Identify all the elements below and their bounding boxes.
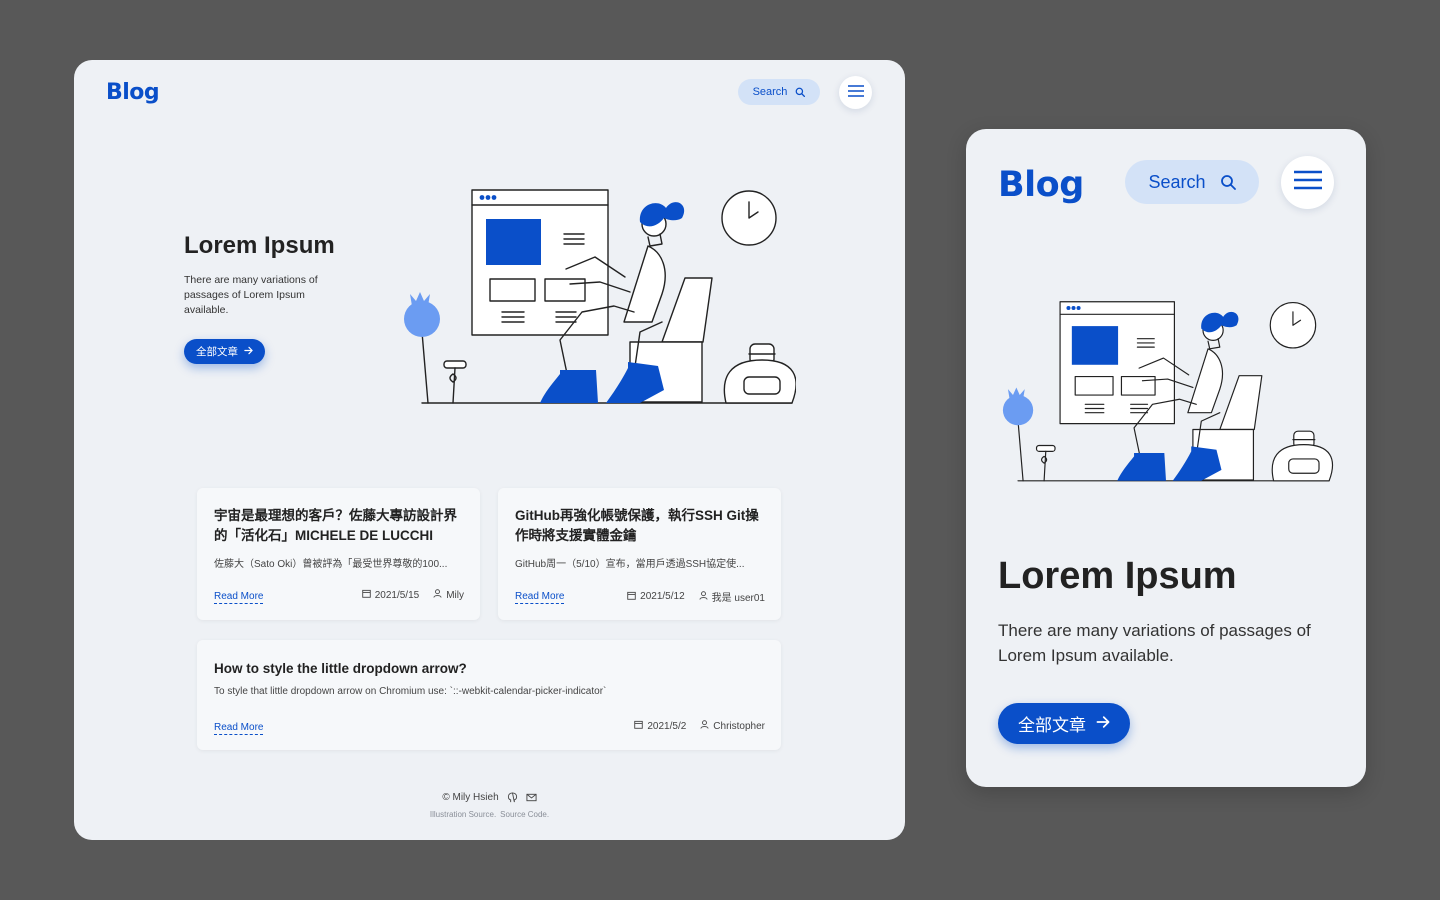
post-author: Mily: [433, 589, 464, 601]
post-excerpt: GitHub周一（5/10）宣布，當用戶透過SSH協定使...: [515, 559, 745, 570]
post-meta: 2021/5/2 Christopher: [634, 720, 765, 732]
post-author-text: Mily: [446, 589, 464, 601]
hero-illustration: [996, 295, 1336, 485]
mobile-preview: Blog Search Lorem Ipsum There are many v…: [966, 129, 1366, 787]
all-articles-button[interactable]: 全部文章: [184, 339, 265, 364]
post-title[interactable]: GitHub再強化帳號保護，執行SSH Git操作時將支援實體金鑰: [515, 506, 767, 547]
post-author: Christopher: [700, 720, 765, 732]
site-logo[interactable]: Blog: [998, 165, 1084, 205]
hero-title: Lorem Ipsum: [998, 555, 1237, 597]
hamburger-menu-icon: [1293, 170, 1322, 195]
copyright: © Mily Hsieh: [442, 792, 499, 803]
post-date-text: 2021/5/15: [374, 589, 420, 601]
post-date: 2021/5/12: [627, 591, 685, 603]
all-articles-label: 全部文章: [1018, 716, 1086, 735]
menu-button[interactable]: [1281, 156, 1334, 209]
post-author-text: 我是 user01: [711, 593, 765, 604]
post-date-text: 2021/5/2: [647, 720, 687, 732]
hero-illustration: [400, 182, 797, 408]
user-icon: [699, 590, 708, 603]
all-articles-label: 全部文章: [196, 346, 238, 358]
github-icon[interactable]: [507, 792, 518, 803]
desktop-preview: Blog Search Lorem Ipsum There are many v…: [74, 60, 905, 840]
hero-description: There are many variations of passages of…: [184, 274, 318, 317]
post-card[interactable]: GitHub再強化帳號保護，執行SSH Git操作時將支援實體金鑰 GitHub…: [498, 488, 781, 620]
hero-description: There are many variations of passages of…: [998, 621, 1311, 665]
site-logo[interactable]: Blog: [106, 80, 160, 105]
post-title[interactable]: 宇宙是最理想的客戶？佐藤大專訪設計界的「活化石」MICHELE DE LUCCH…: [214, 506, 466, 547]
read-more-link[interactable]: Read More: [214, 721, 264, 735]
post-card[interactable]: 宇宙是最理想的客戶？佐藤大專訪設計界的「活化石」MICHELE DE LUCCH…: [197, 488, 480, 620]
illustration-source-link[interactable]: Illustration Source.: [430, 810, 496, 819]
user-icon: [700, 720, 709, 732]
footer-links: Illustration Source. Source Code.: [74, 810, 905, 819]
calendar-icon: [361, 589, 371, 601]
post-excerpt: To style that little dropdown arrow on C…: [214, 686, 607, 697]
read-more-link[interactable]: Read More: [214, 590, 264, 604]
post-date-text: 2021/5/12: [640, 591, 685, 602]
search-label: Search: [752, 86, 788, 98]
search-button[interactable]: Search: [738, 79, 820, 105]
post-title[interactable]: How to style the little dropdown arrow?: [214, 659, 767, 679]
footer: © Mily Hsieh: [74, 792, 905, 803]
post-excerpt: 佐藤大（Sato Oki）曾被評為「最受世界尊敬的100...: [214, 559, 448, 570]
mail-icon[interactable]: [526, 792, 537, 803]
post-author: 我是 user01: [699, 589, 765, 604]
source-code-link[interactable]: Source Code.: [500, 810, 549, 819]
post-card[interactable]: How to style the little dropdown arrow? …: [197, 640, 781, 750]
menu-button[interactable]: [839, 76, 872, 109]
post-meta: 2021/5/15 Mily: [361, 589, 464, 601]
search-label: Search: [1148, 171, 1206, 192]
hero-title: Lorem Ipsum: [184, 232, 335, 259]
calendar-icon: [627, 591, 636, 603]
all-articles-button[interactable]: 全部文章: [998, 703, 1130, 744]
calendar-icon: [634, 720, 644, 732]
arrow-right-icon: [244, 346, 253, 358]
arrow-right-icon: [1096, 714, 1110, 734]
read-more-link[interactable]: Read More: [515, 590, 565, 604]
search-icon: [1220, 174, 1236, 190]
user-icon: [433, 589, 442, 601]
hamburger-menu-icon: [847, 84, 864, 102]
post-date: 2021/5/2: [634, 720, 686, 732]
search-icon: [795, 87, 806, 97]
post-author-text: Christopher: [713, 720, 765, 732]
post-date: 2021/5/15: [361, 589, 420, 601]
search-button[interactable]: Search: [1125, 160, 1259, 204]
post-meta: 2021/5/12 我是 user01: [627, 589, 765, 604]
